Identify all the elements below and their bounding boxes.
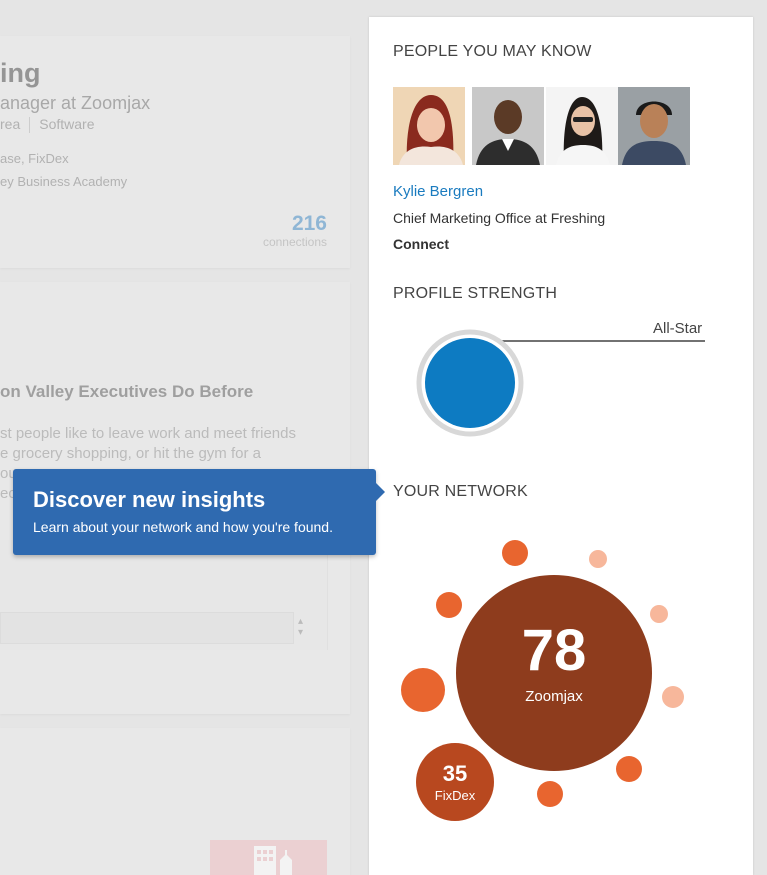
network-dot[interactable] <box>589 550 607 568</box>
network-dot[interactable] <box>436 592 462 618</box>
suggested-person-title: Chief Marketing Office at Freshing <box>393 210 606 226</box>
meta-divider <box>29 117 31 134</box>
network-dot[interactable] <box>662 686 684 708</box>
profile-headline: anager at Zoomjax <box>0 93 151 113</box>
profile-area: rea <box>0 116 21 132</box>
network-dot[interactable] <box>502 540 528 566</box>
tooltip-subtitle: Learn about your network and how you're … <box>33 519 333 535</box>
connections-label: connections <box>262 235 327 249</box>
connections-count[interactable]: 216 <box>292 212 327 236</box>
network-dot[interactable] <box>537 781 563 807</box>
profile-strength-meter[interactable] <box>414 327 714 447</box>
profile-card: ing anager at Zoomjax rea Software ase, F… <box>0 36 350 268</box>
profile-name: ing <box>0 58 41 88</box>
network-main-label: Zoomjax <box>525 688 583 705</box>
network-secondary-label: FixDex <box>434 788 476 803</box>
pymk-heading: PEOPLE YOU MAY KNOW <box>393 43 592 60</box>
article-line: st people like to leave work and meet fr… <box>0 425 296 442</box>
profile-previous: ase, FixDex <box>0 151 69 166</box>
feed-card <box>0 728 350 875</box>
person-photo[interactable] <box>393 87 465 165</box>
profile-industry: Software <box>39 116 95 132</box>
article-line: e grocery shopping, or hit the gym for a <box>0 445 261 462</box>
tooltip-arrow <box>375 482 385 502</box>
comment-input[interactable] <box>0 612 294 644</box>
your-network-heading: YOUR NETWORK <box>393 483 528 500</box>
network-dot[interactable] <box>616 756 642 782</box>
network-dot[interactable] <box>401 668 445 712</box>
connect-button[interactable]: Connect <box>393 236 449 252</box>
person-photo[interactable] <box>618 87 690 165</box>
profile-education: ey Business Academy <box>0 174 128 189</box>
right-sidebar: PEOPLE YOU MAY KNOW Kylie Bergren Chief … <box>369 17 753 875</box>
suggested-person-name[interactable]: Kylie Bergren <box>393 183 483 200</box>
insights-tooltip[interactable]: Discover new insights Learn about your n… <box>13 469 385 555</box>
network-main-count: 78 <box>521 618 587 683</box>
profile-strength-heading: PROFILE STRENGTH <box>393 285 558 302</box>
person-photo[interactable] <box>472 87 544 165</box>
person-photo[interactable] <box>546 87 618 165</box>
profile-meta: rea Software <box>0 116 95 134</box>
tooltip-title: Discover new insights <box>33 487 266 512</box>
company-building-icon <box>210 840 327 875</box>
article-title[interactable]: on Valley Executives Do Before <box>0 382 253 402</box>
resize-handle-icon[interactable]: ▴ ▾ <box>298 616 303 638</box>
network-secondary-count: 35 <box>442 761 468 786</box>
